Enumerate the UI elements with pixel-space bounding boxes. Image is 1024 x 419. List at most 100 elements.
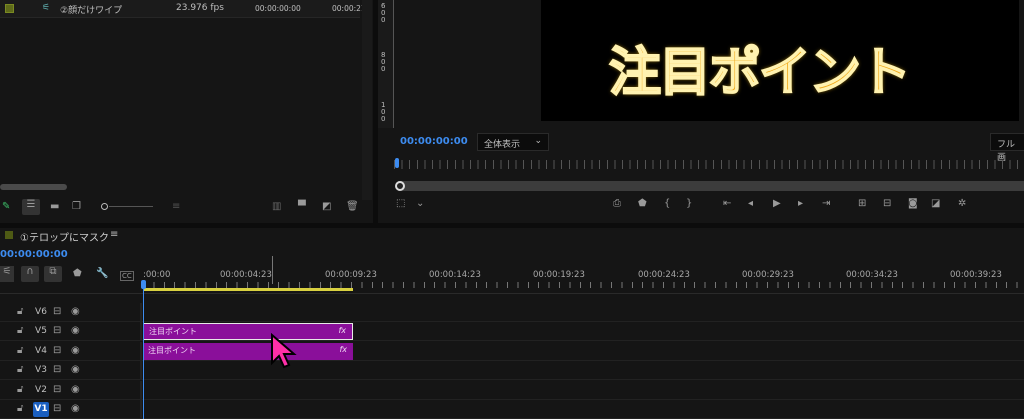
sync-lock-icon[interactable]: ⊟ [53,345,61,356]
sequence-tab[interactable]: ①テロップにマスク [20,229,109,244]
new-item-icon[interactable]: ◩ [322,201,331,212]
lock-icon[interactable]: 🔓︎ [17,384,23,395]
track-label[interactable]: V1 [33,402,49,417]
project-item-row[interactable]: ⚟ ②顔だけワイプ 23.976 fps 00:00:00:00 00:00:2… [0,0,366,18]
divider [140,381,142,400]
list-view-icon[interactable]: ☰ [22,199,40,215]
ruler-label: 600 [381,2,386,24]
captions-icon[interactable]: CC [120,271,134,281]
program-monitor: 600 800 100 注目ポイント 00:00:00:00 全体表示 ⌄ フル… [378,0,1024,223]
lock-icon[interactable]: 🔓︎ [17,364,23,375]
scrub-bar[interactable] [398,181,1024,191]
track-v3[interactable]: 🔓︎ V3 ⊟ ◉ [0,361,1024,380]
play-icon[interactable]: ▶ [773,198,781,209]
safe-margins-icon[interactable]: ⬚ [396,198,405,209]
trash-icon[interactable]: 🗑 [346,201,359,212]
linked-selection-icon[interactable]: ⧉ [44,266,62,282]
track-v4[interactable]: 🔓︎ V4 ⊟ ◉ 注目ポイント fx [0,342,1024,361]
sync-lock-icon[interactable]: ⊟ [53,325,61,336]
zoom-select[interactable]: 全体表示 ⌄ [477,133,549,151]
timeline-panel: ①テロップにマスク ≡ 00:00:00:00 ⚟ ∩ ⧉ ⬟ 🔧 CC :00… [0,228,1024,419]
camera-icon[interactable]: ◙ [908,198,918,209]
lock-icon[interactable]: 🔓︎ [17,345,23,356]
zoom-slider-handle[interactable] [101,203,108,210]
insert-icon[interactable]: ⎙ [613,198,621,209]
playhead-line [143,288,144,419]
snap-icon[interactable]: ∩ [21,266,39,282]
eye-icon[interactable]: ◉ [71,325,80,336]
sync-lock-icon[interactable]: ⊟ [53,384,61,395]
eye-icon[interactable]: ◉ [71,345,80,356]
project-panel: ⚟ ②顔だけワイプ 23.976 fps 00:00:00:00 00:00:2… [0,0,373,223]
marker-icon[interactable]: ⬟ [638,198,647,209]
zoom-select-value: 全体表示 [484,140,521,150]
hover-indicator [272,256,273,284]
pencil-icon[interactable]: ✎ [2,201,10,212]
eye-icon[interactable]: ◉ [71,306,80,317]
divider [0,293,1024,294]
ruler-label: 100 [381,101,386,123]
comparison-view-icon[interactable]: ◪ [931,198,940,209]
extract-icon[interactable]: ⊟ [883,198,891,209]
playhead[interactable] [395,158,399,168]
icon-view-icon[interactable]: ▬ [50,201,59,212]
label-color-swatch[interactable] [5,4,14,13]
step-back-icon[interactable]: ◂ [748,198,753,209]
eye-icon[interactable]: ◉ [71,384,80,395]
track-v6[interactable]: 🔓︎ V6 ⊟ ◉ [0,303,1024,322]
ruler-label: 00:00:29:23 [742,270,794,280]
playhead-timecode[interactable]: 00:00:00:00 [400,136,468,147]
settings-icon[interactable]: ✲ [958,198,966,209]
track-label[interactable]: V4 [33,344,49,359]
go-to-in-icon[interactable]: ⇤ [723,198,731,209]
step-forward-icon[interactable]: ▸ [798,198,803,209]
zoom-slider[interactable] [109,206,153,207]
eye-icon[interactable]: ◉ [71,364,80,375]
timeline-timecode[interactable]: 00:00:00:00 [0,249,68,260]
divider [140,361,142,380]
clip[interactable]: 注目ポイント fx [143,323,353,340]
nest-icon[interactable]: ⚟ [0,266,14,282]
lift-icon[interactable]: ⊞ [858,198,866,209]
sync-lock-icon[interactable]: ⊟ [53,306,61,317]
track-label[interactable]: V6 [33,305,49,320]
mouse-cursor-icon [271,333,297,369]
chevron-down-icon[interactable]: ⌄ [416,198,424,209]
new-bin-icon[interactable]: ▀ [298,201,306,212]
horizontal-scrollbar[interactable] [0,184,67,190]
sync-lock-icon[interactable]: ⊟ [53,403,61,414]
go-to-out-icon[interactable]: ⇥ [822,198,830,209]
lock-icon[interactable]: 🔓︎ [17,403,23,414]
sort-icon[interactable]: ≡ [172,201,180,212]
item-name: ②顔だけワイプ [60,6,123,16]
panel-menu-icon[interactable]: ≡ [110,229,118,240]
video-preview[interactable]: 注目ポイント [541,0,1019,121]
eye-icon[interactable]: ◉ [71,403,80,414]
track-v2[interactable]: 🔓︎ V2 ⊟ ◉ [0,381,1024,400]
item-end: 00:00:21 [332,4,366,13]
mark-in-icon[interactable]: { [664,198,670,209]
vertical-scrollbar[interactable] [362,0,372,200]
chevron-down-icon: ⌄ [534,136,542,146]
lock-icon[interactable]: 🔓︎ [17,306,23,317]
track-label[interactable]: V2 [33,383,49,398]
track-v1[interactable]: 🔓︎ V1 ⊟ ◉ [0,400,1024,419]
wrench-icon[interactable]: 🔧 [96,268,108,279]
clip[interactable]: 注目ポイント fx [143,343,353,360]
ruler-label: 00:00:19:23 [533,270,585,280]
freeform-view-icon[interactable]: ❐ [72,201,81,212]
lock-icon[interactable]: 🔓︎ [17,325,23,336]
automate-icon[interactable]: ▥ [272,201,281,212]
time-ruler[interactable] [394,160,1024,169]
scrub-handle[interactable] [395,181,405,191]
item-start: 00:00:00:00 [255,4,301,13]
sync-lock-icon[interactable]: ⊟ [53,364,61,375]
work-area-bar[interactable] [143,288,353,291]
track-label[interactable]: V3 [33,363,49,378]
track-label[interactable]: V5 [33,324,49,339]
mark-out-icon[interactable]: } [686,198,692,209]
marker-icon[interactable]: ⬟ [73,268,82,279]
track-v5[interactable]: 🔓︎ V5 ⊟ ◉ 注目ポイント fx [0,322,1024,341]
fx-badge: fx [339,345,347,354]
resolution-select[interactable]: フル画 [990,133,1024,163]
